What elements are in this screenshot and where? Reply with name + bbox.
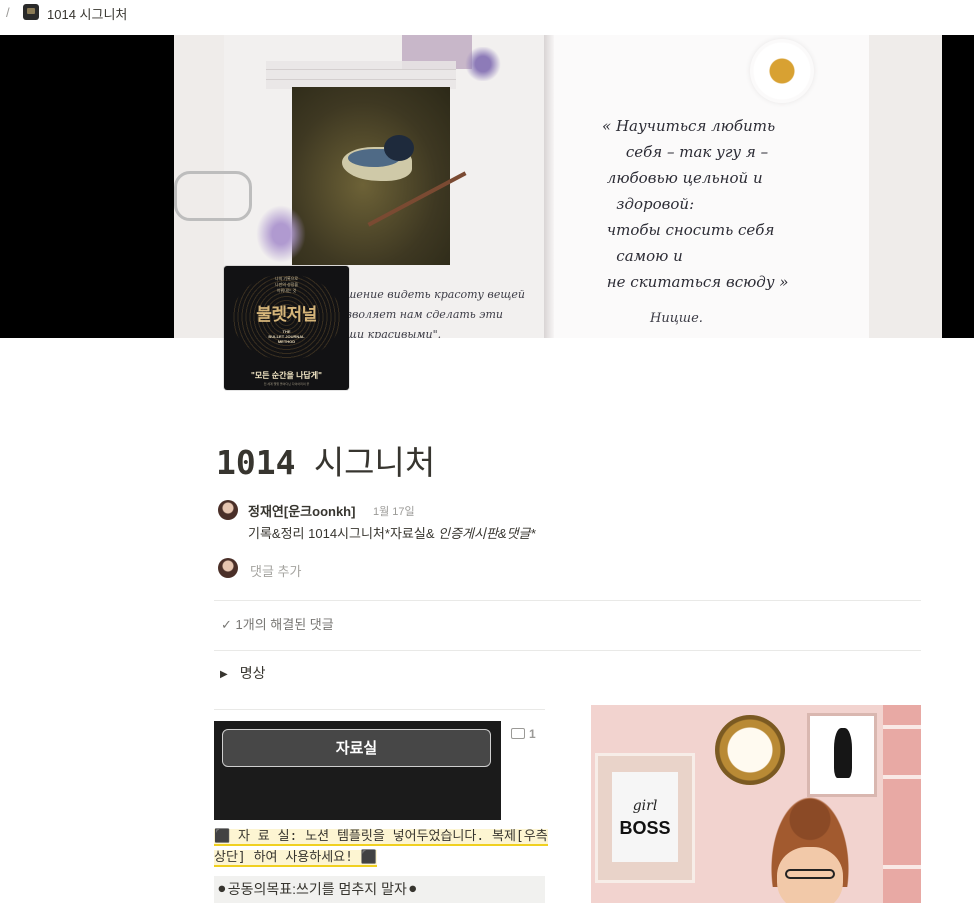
toggle-arrow-icon[interactable]: ▶ xyxy=(220,669,228,680)
washi-tape xyxy=(266,61,456,89)
block-comment-count[interactable]: 1 xyxy=(511,727,536,741)
page-thumbnail-icon[interactable] xyxy=(23,4,39,20)
page-icon[interactable]: 나의 기록으로 나만의 성장을 이뤄내는 것 불렛저널 THE BULLET J… xyxy=(224,266,349,390)
archive-note: ⬛ 자 료 실: 노션 템플릿을 넣어두었습니다. 복제[우측상단] 하여 사용… xyxy=(214,826,554,868)
divider xyxy=(214,600,921,601)
glasses-icon xyxy=(785,869,835,879)
archive-button[interactable]: 자료실 xyxy=(222,729,491,767)
icon-small-text: 이뤄내는 것 xyxy=(276,288,297,293)
comment-author[interactable]: 정재연[운크oonkh] xyxy=(248,501,355,520)
daisy-icon xyxy=(750,39,814,103)
bird-photo xyxy=(292,87,467,265)
wall-clock-icon xyxy=(715,715,785,785)
toggle-label: 명상 xyxy=(239,665,266,681)
pink-shelf xyxy=(883,705,921,903)
divider xyxy=(214,709,545,710)
girl-boss-frame: girl BOSS xyxy=(595,753,695,883)
avatar[interactable] xyxy=(218,500,238,520)
girl-boss-illustration[interactable]: girl BOSS xyxy=(591,705,921,903)
icon-subtitle-line: METHOD xyxy=(277,339,296,344)
girl-boss-poster: girl BOSS xyxy=(612,772,678,862)
avatar xyxy=(218,558,238,578)
shelf-board xyxy=(883,775,921,779)
shelf-board xyxy=(883,865,921,869)
comment-date: 1월 17일 xyxy=(373,506,415,518)
pressed-flower-icon xyxy=(464,47,502,81)
archive-callout: 자료실 xyxy=(214,721,501,820)
icon-book-subtitle: THE BULLET JOURNAL METHOD xyxy=(224,329,349,344)
comment-text-italic: 인증게시판&댓글* xyxy=(438,526,536,541)
resolved-comments-link[interactable]: ✓ 1개의 해결된 댓글 xyxy=(221,614,334,633)
girl-text: girl xyxy=(632,798,658,814)
cover-image[interactable]: « Научиться любить себя – так угу я – лю… xyxy=(0,35,974,338)
comment-count-value: 1 xyxy=(529,727,536,741)
bird-head xyxy=(384,135,414,161)
top-bar: / 1014 시그니처 xyxy=(0,0,974,34)
breadcrumb-separator: / xyxy=(6,5,10,20)
page-title[interactable]: 1014 시그니처 xyxy=(216,436,435,484)
comment-text: 기록&정리 1014시그니처*자료실& 인증게시판&댓글* xyxy=(248,523,536,542)
add-comment-input[interactable]: 댓글 추가 xyxy=(250,561,301,580)
handwritten-quote: « Научиться любить себя – так угу я – лю… xyxy=(602,117,789,291)
resolved-comments-label: 1개의 해결된 댓글 xyxy=(235,617,334,632)
check-icon: ✓ xyxy=(221,617,232,632)
divider xyxy=(214,650,921,651)
icon-small-text: 나의 기록으로 xyxy=(274,276,299,281)
fashion-silhouette-icon xyxy=(834,728,852,778)
boss-text: BOSS xyxy=(619,818,671,838)
page-title-number: 1014 xyxy=(216,443,296,482)
breadcrumb-page-title[interactable]: 1014 시그니처 xyxy=(47,4,127,23)
binder-clip-icon xyxy=(174,171,252,221)
icon-book-title: 불렛저널 xyxy=(256,305,317,324)
pressed-flower-icon xyxy=(256,205,306,263)
journal-gutter xyxy=(544,35,554,338)
icon-small-text: 나만의 성장을 xyxy=(274,282,299,287)
highlighted-text: ⬛ 자 료 실: 노션 템플릿을 넣어두었습니다. 복제[우측상단] 하여 사용… xyxy=(214,829,548,867)
shared-goal: ⚫공동의목표:쓰기를 멈추지 말자⚫ xyxy=(214,876,545,903)
page-title-text: 시그니처 xyxy=(295,444,436,481)
toggle-meditation[interactable]: ▶ 명상 xyxy=(220,663,265,683)
icon-tagline: "모든 순간을 나답게" xyxy=(251,371,322,380)
fashion-frame xyxy=(807,713,877,797)
handwritten-note: шение видеть красоту вещей зволяет нам с… xyxy=(346,288,525,338)
comment-bubble-icon xyxy=(511,728,525,739)
comment-text-plain: 기록&정리 1014시그니처*자료실& xyxy=(248,526,439,541)
icon-footer: 전 세계 몇몇 돌아다닌 다이어리의 끝 xyxy=(263,382,310,386)
handwritten-signature: Ницше. xyxy=(650,311,703,326)
shelf-board xyxy=(883,725,921,729)
